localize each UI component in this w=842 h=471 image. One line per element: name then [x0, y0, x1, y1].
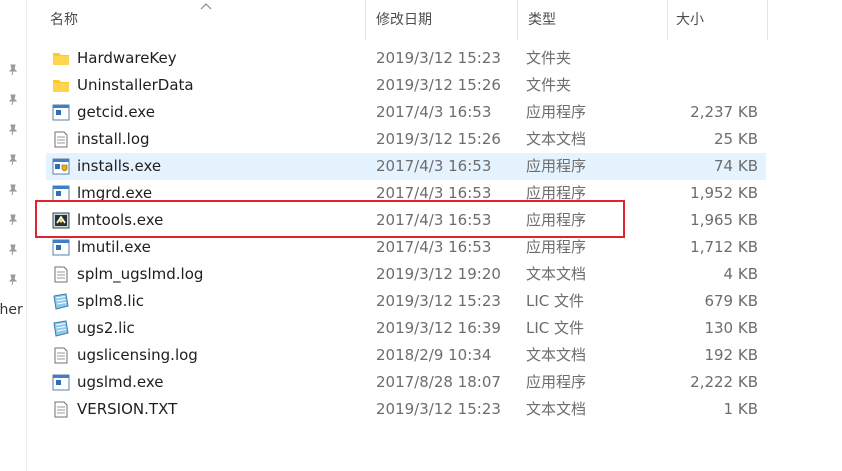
lmtools-exe-icon — [52, 212, 70, 229]
exe-icon — [52, 374, 70, 391]
file-date: 2017/4/3 16:53 — [376, 211, 492, 229]
text-file-icon — [54, 131, 68, 148]
pin-icon[interactable] — [7, 184, 19, 196]
file-explorer-window: ther 名称 修改日期 类型 大小 HardwareKey 2019/3/12… — [0, 0, 842, 471]
file-size: 1,712 KB — [690, 238, 758, 256]
file-type: 文件夹 — [526, 76, 572, 94]
file-date: 2019/3/12 15:26 — [376, 76, 501, 94]
file-type: LIC 文件 — [526, 319, 585, 337]
file-type: 文件夹 — [526, 49, 572, 67]
file-size: 1,965 KB — [690, 211, 758, 229]
file-row[interactable]: install.log 2019/3/12 15:26 文本文档 25 KB — [46, 126, 766, 153]
pin-icon[interactable] — [7, 64, 19, 76]
file-name: ugslicensing.log — [77, 346, 198, 364]
installer-exe-icon — [52, 158, 70, 175]
file-list: HardwareKey 2019/3/12 15:23 文件夹 Uninstal… — [46, 45, 766, 423]
file-size: 74 KB — [714, 157, 758, 175]
text-file-icon — [54, 347, 68, 364]
file-row[interactable]: lmgrd.exe 2017/4/3 16:53 应用程序 1,952 KB — [46, 180, 766, 207]
pin-icon[interactable] — [7, 214, 19, 226]
lic-file-icon — [53, 320, 69, 337]
file-name: splm8.lic — [77, 292, 145, 310]
file-name: lmgrd.exe — [77, 184, 153, 202]
file-size: 4 KB — [723, 265, 758, 283]
file-row[interactable]: installs.exe 2017/4/3 16:53 应用程序 74 KB — [46, 153, 766, 180]
file-size: 25 KB — [714, 130, 758, 148]
file-type: 文本文档 — [526, 130, 587, 148]
column-header-bar: 名称 修改日期 类型 大小 — [26, 0, 842, 40]
file-size: 1,952 KB — [690, 184, 758, 202]
file-type: 应用程序 — [526, 103, 587, 121]
pin-icon[interactable] — [7, 124, 19, 136]
file-name: install.log — [77, 130, 150, 148]
file-row[interactable]: lmtools.exe 2017/4/3 16:53 应用程序 1,965 KB — [46, 207, 766, 234]
nav-item-label[interactable]: ther — [0, 302, 23, 318]
exe-icon — [52, 239, 70, 256]
navigation-pane: ther — [0, 0, 27, 471]
file-type: 应用程序 — [526, 373, 587, 391]
file-row[interactable]: ugs2.lic 2019/3/12 16:39 LIC 文件 130 KB — [46, 315, 766, 342]
folder-icon — [53, 80, 69, 92]
file-type: 文本文档 — [526, 400, 587, 418]
text-file-icon — [54, 266, 68, 283]
file-name: ugs2.lic — [77, 319, 135, 337]
column-header-date[interactable]: 修改日期 — [366, 0, 518, 40]
file-name: lmtools.exe — [77, 211, 164, 229]
file-date: 2019/3/12 15:26 — [376, 130, 501, 148]
file-date: 2017/4/3 16:53 — [376, 103, 492, 121]
file-date: 2019/3/12 15:23 — [376, 49, 501, 67]
column-header-size[interactable]: 大小 — [668, 0, 768, 40]
file-size: 1 KB — [723, 400, 758, 418]
file-name: lmutil.exe — [77, 238, 151, 256]
file-row[interactable]: UninstallerData 2019/3/12 15:26 文件夹 — [46, 72, 766, 99]
file-name: splm_ugslmd.log — [77, 265, 204, 283]
file-name: installs.exe — [77, 157, 162, 175]
file-size: 192 KB — [704, 346, 758, 364]
file-date: 2019/3/12 15:23 — [376, 292, 501, 310]
file-size: 2,237 KB — [690, 103, 758, 121]
file-row[interactable]: ugslmd.exe 2017/8/28 18:07 应用程序 2,222 KB — [46, 369, 766, 396]
file-row[interactable]: lmutil.exe 2017/4/3 16:53 应用程序 1,712 KB — [46, 234, 766, 261]
pin-icon[interactable] — [7, 274, 19, 286]
file-name: VERSION.TXT — [77, 400, 178, 418]
file-name: getcid.exe — [77, 103, 155, 121]
file-date: 2017/4/3 16:53 — [376, 238, 492, 256]
file-date: 2019/3/12 19:20 — [376, 265, 501, 283]
file-type: LIC 文件 — [526, 292, 585, 310]
file-date: 2018/2/9 10:34 — [376, 346, 492, 364]
pin-icon[interactable] — [7, 154, 19, 166]
file-date: 2017/4/3 16:53 — [376, 157, 492, 175]
pin-icon[interactable] — [7, 244, 19, 256]
text-file-icon — [54, 401, 68, 418]
column-header-name[interactable]: 名称 — [26, 0, 366, 40]
file-size: 130 KB — [704, 319, 758, 337]
file-date: 2019/3/12 15:23 — [376, 400, 501, 418]
file-type: 应用程序 — [526, 211, 587, 229]
file-type: 应用程序 — [526, 157, 587, 175]
file-row[interactable]: getcid.exe 2017/4/3 16:53 应用程序 2,237 KB — [46, 99, 766, 126]
file-type: 应用程序 — [526, 184, 587, 202]
file-type: 应用程序 — [526, 238, 587, 256]
file-size: 679 KB — [704, 292, 758, 310]
file-name: ugslmd.exe — [77, 373, 164, 391]
file-name: HardwareKey — [77, 49, 177, 67]
exe-icon — [52, 104, 70, 121]
file-size: 2,222 KB — [690, 373, 758, 391]
file-date: 2019/3/12 16:39 — [376, 319, 501, 337]
file-row[interactable]: splm8.lic 2019/3/12 15:23 LIC 文件 679 KB — [46, 288, 766, 315]
file-type: 文本文档 — [526, 265, 587, 283]
column-header-type[interactable]: 类型 — [518, 0, 668, 40]
exe-icon — [52, 185, 70, 202]
pin-icon[interactable] — [7, 94, 19, 106]
file-type: 文本文档 — [526, 346, 587, 364]
file-date: 2017/8/28 18:07 — [376, 373, 501, 391]
folder-icon — [53, 53, 69, 65]
lic-file-icon — [53, 293, 69, 310]
file-row[interactable]: VERSION.TXT 2019/3/12 15:23 文本文档 1 KB — [46, 396, 766, 423]
file-name: UninstallerData — [77, 76, 194, 94]
file-row[interactable]: splm_ugslmd.log 2019/3/12 19:20 文本文档 4 K… — [46, 261, 766, 288]
file-row[interactable]: ugslicensing.log 2018/2/9 10:34 文本文档 192… — [46, 342, 766, 369]
file-row[interactable]: HardwareKey 2019/3/12 15:23 文件夹 — [46, 45, 766, 72]
file-date: 2017/4/3 16:53 — [376, 184, 492, 202]
